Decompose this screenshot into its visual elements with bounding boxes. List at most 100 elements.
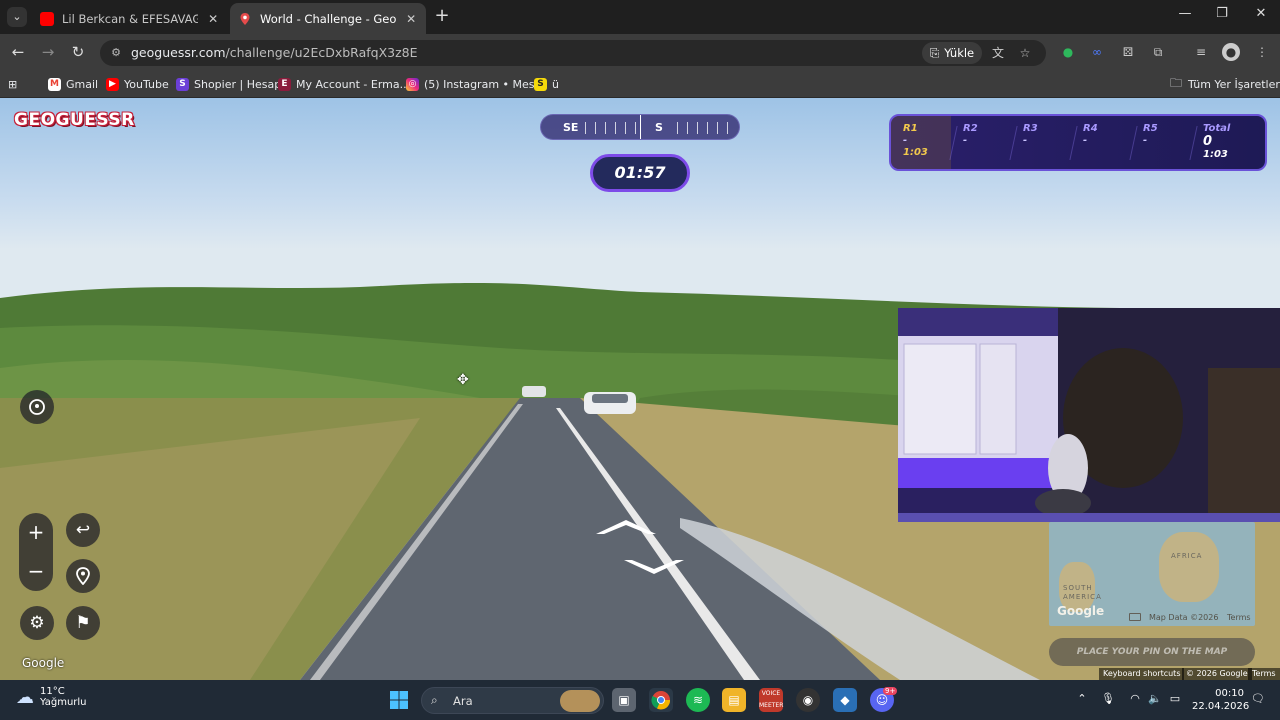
task-view-icon[interactable]: ▣ — [612, 688, 636, 712]
url-host: geoguessr.com — [131, 45, 226, 60]
return-to-start-button[interactable] — [66, 559, 100, 593]
map-label-south-america: SOUTH AMERICA — [1063, 584, 1102, 601]
apps-grid-icon[interactable]: ⊞ — [8, 75, 17, 93]
minimize-icon[interactable]: — — [1170, 6, 1200, 21]
round-label: R2 — [963, 123, 978, 134]
taskbar-search[interactable]: ⌕ Ara — [421, 687, 604, 714]
move-back-arrow[interactable] — [622, 556, 686, 576]
round-4: R4 - — [1071, 116, 1131, 169]
compass-se-label: SE — [563, 121, 579, 134]
app-diamond-icon[interactable]: ◆ — [833, 688, 857, 712]
tab-geoguessr[interactable]: World - Challenge - GeoGuessr ✕ — [230, 3, 426, 34]
compass-center-marker — [640, 115, 641, 139]
bookmark-instagram[interactable]: ◎ (5) Instagram • Mes... — [406, 75, 545, 93]
site-info-icon[interactable]: ⚙ — [108, 45, 124, 61]
bookmark-star-icon[interactable]: ☆ — [1017, 45, 1033, 61]
tab-search-button[interactable]: ⌄ — [7, 7, 27, 27]
extension-icon-2[interactable]: ⚄ — [1119, 43, 1137, 61]
file-explorer-icon[interactable]: ▤ — [722, 688, 746, 712]
system-clock[interactable]: 00:10 22.04.2026 — [1192, 687, 1249, 713]
folder-icon: 🗀 — [1170, 75, 1183, 90]
restore-icon[interactable]: ❐ — [1207, 6, 1237, 21]
all-bookmarks[interactable]: 🗀 Tüm Yer İşaretleri — [1170, 75, 1280, 93]
youtube-icon: ▶ — [106, 77, 119, 91]
tab-youtube[interactable]: Lil Berkcan & EFESAVAGE - Para ✕ — [32, 3, 228, 34]
extension-icon[interactable]: ∞ — [1088, 43, 1106, 61]
install-icon: ⎘ — [930, 45, 940, 60]
tab-strip: ⌄ Lil Berkcan & EFESAVAGE - Para ✕ World… — [0, 0, 1280, 34]
settings-gear-icon[interactable]: ⚙ — [20, 606, 54, 640]
extension-shield-icon[interactable]: ● — [1059, 43, 1077, 61]
voicemeeter-icon[interactable]: VOICE MEETER — [759, 688, 783, 712]
move-cursor-icon: ✥ — [457, 372, 469, 388]
media-control-icon[interactable]: ≡ — [1192, 43, 1210, 61]
weather-widget[interactable]: ☁ 11°C Yağmurlu — [16, 686, 87, 708]
bookmark-gmail[interactable]: M Gmail — [48, 75, 98, 93]
zoom-out-button[interactable]: − — [19, 552, 53, 591]
close-icon[interactable]: ✕ — [206, 12, 220, 26]
geoguessr-logo[interactable]: GEOGUESSR — [14, 110, 135, 130]
compass-ticks — [677, 122, 728, 134]
discord-badge: 9+ — [883, 687, 898, 695]
checkpoint-pin-icon[interactable] — [20, 390, 54, 424]
forward-button[interactable]: → — [38, 42, 58, 62]
webcam-image — [898, 308, 1280, 522]
microphone-icon[interactable]: 🎙 — [1100, 692, 1116, 705]
terms-link[interactable]: Terms — [1248, 668, 1280, 680]
street-view-panorama[interactable]: ✥ GEOGUESSR SE S 01:57 R1 - 1:03 R2 - R3… — [0, 98, 1280, 680]
round-score: - — [1023, 135, 1028, 146]
volume-icon[interactable]: 🔈 — [1147, 692, 1163, 705]
close-window-icon[interactable]: ✕ — [1246, 6, 1276, 21]
map-terms-link[interactable]: Terms — [1227, 613, 1251, 622]
round-3: R3 - — [1011, 116, 1071, 169]
round-time: 1:03 — [903, 147, 928, 158]
back-button[interactable]: ← — [8, 42, 28, 62]
round-label: R5 — [1143, 123, 1158, 134]
shopier-icon: S — [176, 77, 189, 91]
keyboard-shortcuts-link[interactable]: Keyboard shortcuts — [1099, 668, 1185, 680]
spotify-icon[interactable]: ≋ — [686, 688, 710, 712]
search-placeholder: Ara — [453, 694, 473, 708]
move-forward-arrow[interactable] — [594, 518, 658, 538]
browser-toolbar: ← → ↻ ⚙ geoguessr.com/challenge/u2EcDxbR… — [0, 34, 1280, 71]
rain-cloud-icon: ☁ — [16, 686, 34, 708]
chrome-icon[interactable] — [649, 688, 673, 712]
translate-icon[interactable]: 文 — [990, 45, 1006, 61]
extensions-puzzle-icon[interactable]: ⧉ — [1149, 43, 1167, 61]
menu-kebab-icon[interactable]: ⋮ — [1253, 43, 1271, 61]
bookmark-u[interactable]: S ü — [534, 75, 559, 93]
place-pin-button[interactable]: PLACE YOUR PIN ON THE MAP — [1049, 638, 1255, 666]
address-bar[interactable]: ⚙ geoguessr.com/challenge/u2EcDxbRafqX3z… — [100, 40, 1046, 66]
copyright-text: © 2026 Google — [1182, 668, 1252, 680]
keyboard-icon[interactable] — [1129, 613, 1141, 621]
zoom-in-button[interactable]: + — [19, 513, 53, 552]
map-data-credit: Map Data ©2026 — [1149, 613, 1219, 622]
tray-chevron-icon[interactable]: ⌃ — [1074, 692, 1090, 705]
flag-icon[interactable]: ⚑ — [66, 606, 100, 640]
obs-icon[interactable]: ◉ — [796, 688, 820, 712]
close-icon[interactable]: ✕ — [404, 12, 418, 26]
clock-time: 00:10 — [1215, 688, 1244, 699]
tab-title: World - Challenge - GeoGuessr — [260, 11, 397, 26]
reload-button[interactable]: ↻ — [68, 42, 88, 62]
total-label: Total — [1203, 123, 1231, 134]
bookmark-label: ü — [552, 77, 559, 91]
notifications-icon[interactable]: 🗨 — [1250, 692, 1266, 705]
bookmark-ermaks[interactable]: E My Account - Erma... — [278, 75, 410, 93]
undo-move-button[interactable]: ↩ — [66, 513, 100, 547]
youtube-icon — [40, 11, 54, 26]
wifi-icon[interactable]: ◠ — [1127, 692, 1143, 705]
install-app-button[interactable]: ⎘ Yükle — [922, 42, 983, 64]
windows-start-icon[interactable] — [387, 688, 411, 712]
profile-avatar[interactable]: ● — [1222, 43, 1240, 61]
url-text[interactable]: geoguessr.com/challenge/u2EcDxbRafqX3z8E — [131, 45, 418, 60]
bookmark-label: My Account - Erma... — [296, 77, 411, 91]
round-5: R5 - — [1131, 116, 1191, 169]
bookmark-label: Gmail — [66, 77, 99, 91]
search-highlight-image — [560, 690, 600, 712]
bookmark-youtube[interactable]: ▶ YouTube — [106, 75, 169, 93]
bookmark-shopier[interactable]: S Shopier | Hesap — [176, 75, 281, 93]
guess-minimap[interactable]: AFRICA SOUTH AMERICA Google Map Data ©20… — [1049, 522, 1255, 626]
battery-icon[interactable]: ▭ — [1167, 692, 1183, 705]
new-tab-button[interactable]: + — [432, 7, 452, 27]
